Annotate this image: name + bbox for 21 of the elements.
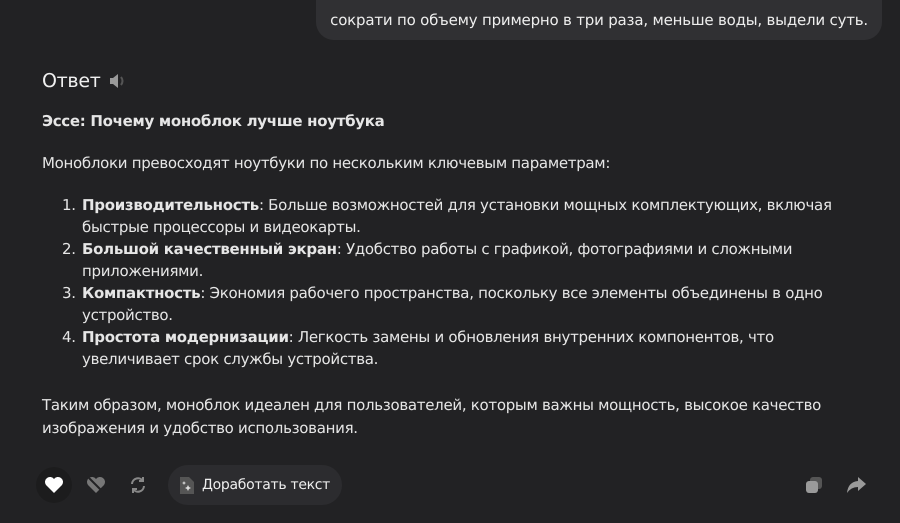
refine-text-button[interactable]: Доработать текст: [168, 465, 342, 505]
list-number: 4.: [62, 327, 76, 348]
like-button[interactable]: [36, 467, 72, 503]
list-item-text: Простота модернизации: Легкость замены и обновления внутренних компонентов, что увеличивает срок службы устройства.: [82, 327, 775, 370]
refresh-icon: [128, 475, 148, 495]
user-message: сократи по объему примерно в три раза, меньше воды, выдели суть.: [316, 0, 882, 40]
list-item-text: Компактность: Экономия рабочего пространства, поскольку все элементы объединены в одно устройство.: [82, 283, 824, 326]
copy-icon: [805, 476, 823, 494]
heart-icon: [44, 476, 64, 494]
list-number: 2.: [62, 239, 76, 260]
intro-paragraph: Моноблоки превосходят ноутбуки по нескольким ключевым параметрам:: [42, 154, 612, 172]
list-number: 1.: [62, 195, 76, 216]
conclusion-paragraph: Таким образом, моноблок идеален для пользователей, которым важны мощность, высокое качество изображения и удобство использования.: [42, 395, 822, 439]
answer-heading: Ответ: [42, 70, 100, 92]
list-item-text: Производительность: Больше возможностей для установки мощных комплектующих, включая быстрые процессоры и видеокарты.: [82, 195, 833, 238]
list-item-text: Большой качественный экран: Удобство работы с графикой, фотографиями и сложными приложениями.: [82, 239, 794, 282]
sparkle-document-icon: [180, 476, 194, 494]
list-number: 3.: [62, 283, 76, 304]
essay-title: Эссе: Почему моноблок лучше ноутбука: [42, 112, 386, 130]
crossed-heart-icon: [86, 476, 106, 494]
share-arrow-icon: [846, 477, 866, 493]
